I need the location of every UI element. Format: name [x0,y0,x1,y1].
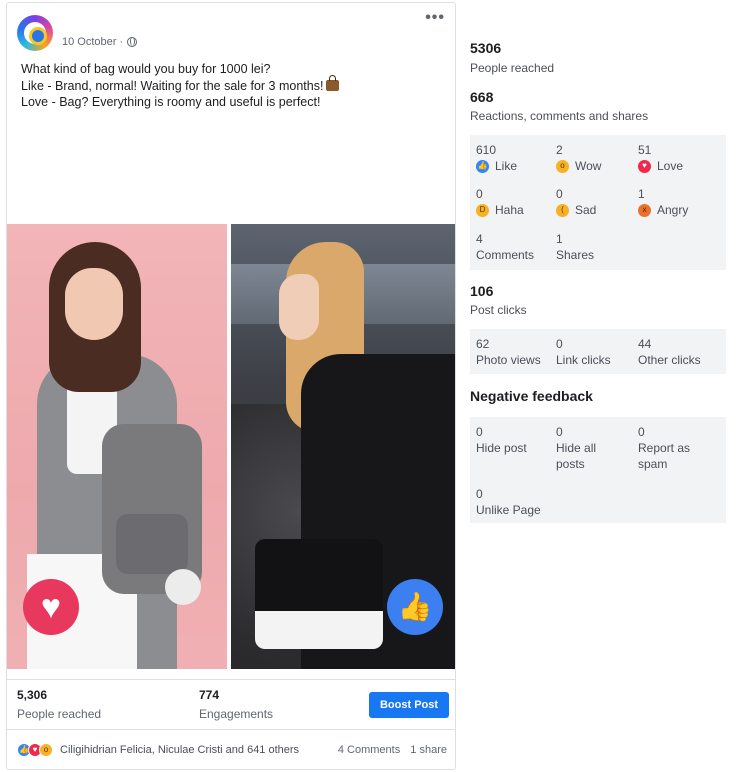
post-text-line-3: Love - Bag? Everything is roomy and usef… [21,95,321,109]
people-reached-value: 5306 [470,40,502,56]
unlike-page-count: 0 [476,487,483,501]
click-other-clicks: 44 Other clicks [638,336,701,368]
reaction-sad-count: 0 [556,187,563,201]
hide-post-label: Hide post [476,441,527,455]
reactors-link[interactable]: Ciligihidrian Felicia, Niculae Cristi an… [60,744,338,756]
shares-count: 1 [556,232,563,246]
reaction-angry: 1 x Angry [638,186,688,218]
reach-label: People reached [17,707,102,721]
thumbs-up-icon: 👍 [387,579,443,635]
reactions-total-value: 668 [470,89,494,105]
engagements-label: Engagements [199,707,274,721]
post-date-text[interactable]: 10 October · [62,36,123,48]
comments-link[interactable]: 4 Comments [338,744,400,756]
more-options-icon[interactable]: ••• [425,10,445,26]
page-avatar[interactable] [17,15,53,51]
reactions-breakdown: 610 👍 Like 2 o Wow 51 ♥ Love 0 D Haha 0 ( Sad… [470,135,726,270]
reach-value: 5,306 [17,688,48,702]
negative-unlike-page: 0 Unlike Page [476,486,541,518]
negative-feedback-breakdown: 0 Hide post 0 Hide all posts 0 Report as… [470,417,726,523]
reaction-wow-count: 2 [556,143,563,157]
reaction-angry-count: 1 [638,187,645,201]
link-clicks-count: 0 [556,337,563,351]
post-text-line-2: Like - Brand, normal! Waiting for the sa… [21,78,324,93]
report-spam-count: 0 [638,425,645,439]
reaction-sad: 0 ( Sad [556,186,596,218]
clutch-image [255,539,383,649]
photo-backpack[interactable]: ♥ [7,224,227,669]
people-reached-label: People reached [470,61,555,75]
negative-report-spam: 0 Report as spam [638,424,708,472]
other-clicks-count: 44 [638,337,652,351]
photo-clutch[interactable]: 👍 [231,224,455,669]
hide-all-count: 0 [556,425,563,439]
reaction-wow-label: Wow [575,159,602,173]
shares-stat: 1 Shares [556,231,594,263]
reaction-haha: 0 D Haha [476,186,524,218]
globe-icon [127,37,138,47]
photo-figure-face [65,268,123,340]
engagements-stat: 774 Engagements [199,688,273,721]
post-text-line-1: What kind of bag would you buy for 1000 … [21,62,271,76]
photo-views-count: 62 [476,337,490,351]
reactions-total-label: Reactions, comments and shares [470,109,649,123]
reaction-wow: 2 o Wow [556,142,601,174]
pompom-image [165,569,201,605]
post-date[interactable]: 10 October · [62,36,138,48]
click-photo-views: 62 Photo views [476,336,541,368]
post-header: 10 October · ••• [7,3,455,59]
engagement-counts: 4 Comments 1 share [338,744,447,756]
wow-icon: o [556,159,569,173]
reactions-bar: 👍 ♥ o Ciligihidrian Felicia, Niculae Cri… [7,729,455,769]
comments-stat: 4 Comments [476,231,534,263]
hide-post-count: 0 [476,425,483,439]
post-card: 10 October · ••• What kind of bag would … [6,2,456,770]
reaction-haha-label: Haha [495,203,524,217]
like-icon: 👍 [476,159,489,173]
comments-count: 4 [476,232,483,246]
reaction-like: 610 👍 Like [476,142,517,174]
heart-icon: ♥ [23,579,79,635]
post-text: What kind of bag would you buy for 1000 … [21,61,441,111]
photo-views-label: Photo views [476,353,541,367]
love-icon: ♥ [638,159,651,173]
wow-icon: o [39,742,53,757]
other-clicks-label: Other clicks [638,353,701,367]
reaction-sad-label: Sad [575,203,597,217]
handbag-icon [326,74,340,91]
reaction-love-count: 51 [638,143,652,157]
haha-icon: D [476,203,489,217]
photo-figure-face [279,274,319,340]
reaction-icons[interactable]: 👍 ♥ o [17,742,53,757]
comments-label: Comments [476,248,535,262]
reaction-like-count: 610 [476,143,497,157]
shares-link[interactable]: 1 share [410,744,447,756]
hide-all-label: Hide all posts [556,441,597,471]
reaction-like-label: Like [495,159,518,173]
angry-icon: x [638,203,651,217]
reaction-haha-count: 0 [476,187,483,201]
boost-post-button[interactable]: Boost Post [369,692,449,718]
report-spam-label: Report as spam [638,441,691,471]
reaction-love: 51 ♥ Love [638,142,683,174]
sad-icon: ( [556,203,569,217]
clicks-breakdown: 62 Photo views 0 Link clicks 44 Other cl… [470,329,726,374]
post-text-line-2-wrap: Like - Brand, normal! Waiting for the sa… [21,74,441,95]
engagements-value: 774 [199,688,220,702]
negative-hide-post: 0 Hide post [476,424,548,456]
post-clicks-label: Post clicks [470,303,527,317]
link-clicks-label: Link clicks [556,353,611,367]
negative-feedback-title: Negative feedback [470,388,593,404]
click-link-clicks: 0 Link clicks [556,336,611,368]
unlike-page-label: Unlike Page [476,503,541,517]
negative-hide-all: 0 Hide all posts [556,424,626,472]
shares-label: Shares [556,248,595,262]
reach-stat: 5,306 People reached [17,688,101,721]
reaction-love-label: Love [657,159,684,173]
post-clicks-value: 106 [470,283,494,299]
post-stats: 5,306 People reached 774 Engagements Boo… [7,679,455,729]
reaction-angry-label: Angry [657,203,689,217]
